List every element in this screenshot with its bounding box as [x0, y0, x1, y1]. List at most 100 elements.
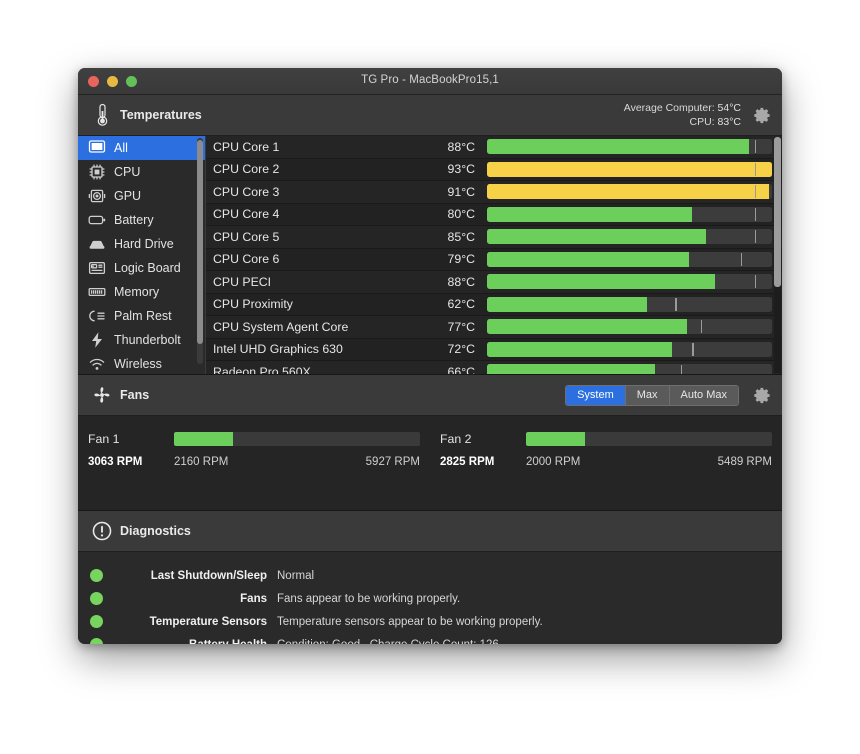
sensor-name: CPU Core 1 — [213, 139, 280, 154]
sensor-bar-tick — [754, 275, 757, 289]
sensor-name: CPU Core 6 — [213, 252, 280, 267]
sensor-value: 85°C — [447, 229, 475, 244]
sensor-row[interactable]: Radeon Pro 560X 66°C — [206, 361, 782, 374]
thermometer-icon — [88, 103, 116, 127]
sensor-bar-track — [487, 274, 772, 290]
fan-mode-auto-max[interactable]: Auto Max — [669, 385, 738, 405]
logic-board-icon — [86, 260, 108, 276]
diagnostic-label: Last Shutdown/Sleep — [150, 569, 267, 582]
sensor-row[interactable]: CPU Proximity 62°C — [206, 293, 782, 316]
exclamation-circle-icon — [88, 520, 116, 542]
status-indicator-dot — [90, 638, 103, 644]
sensor-list-scrollbar-thumb[interactable] — [774, 137, 781, 287]
sensor-row[interactable]: CPU Core 2 93°C — [206, 158, 782, 181]
sidebar-item-gpu[interactable]: GPU — [78, 184, 205, 208]
sensor-value: 93°C — [447, 162, 475, 177]
sidebar-item-label: Palm Rest — [114, 309, 172, 323]
sidebar-scrollbar-thumb[interactable] — [197, 140, 203, 344]
fans-header: Fans System Max Auto Max — [78, 375, 782, 416]
fan-mode-segmented-control[interactable]: System Max Auto Max — [565, 384, 739, 406]
sensor-bar-track — [487, 251, 772, 267]
sensor-row[interactable]: CPU Core 6 79°C — [206, 248, 782, 271]
sidebar-item-cpu[interactable]: CPU — [78, 160, 205, 184]
sensor-value: 79°C — [447, 252, 475, 267]
temperatures-settings-gear-icon[interactable] — [751, 104, 773, 126]
fan-min-rpm: 2000 RPM — [526, 456, 581, 468]
temperatures-sidebar[interactable]: All CPU GPU Battery Hard Drive Logic Board Mem… — [78, 136, 205, 374]
sidebar-scrollbar[interactable] — [197, 138, 203, 364]
diagnostic-label: Fans — [240, 592, 267, 605]
sidebar-item-memory[interactable]: Memory — [78, 280, 205, 304]
fan-speed-fill — [174, 432, 234, 446]
sidebar-item-wireless[interactable]: Wireless — [78, 352, 205, 374]
fan-max-rpm: 5927 RPM — [365, 456, 420, 468]
fan-speed-track[interactable] — [174, 432, 420, 446]
sensor-value: 62°C — [447, 297, 475, 312]
sensor-bar-track — [487, 161, 772, 177]
sensor-bar-tick — [700, 320, 703, 334]
fan-item: Fan 1 3063 RPM 2160 RPM 5927 RPM — [78, 430, 430, 510]
fan-max-rpm: 5489 RPM — [717, 456, 772, 468]
cpu-average-label: CPU: — [689, 116, 715, 128]
diagnostic-text: Temperature sensors appear to be working… — [277, 615, 543, 628]
fans-settings-gear-icon[interactable] — [751, 384, 773, 406]
temperatures-header: Temperatures Average Computer: 54°C CPU:… — [78, 95, 782, 136]
sidebar-item-palm-rest[interactable]: Palm Rest — [78, 304, 205, 328]
battery-icon — [86, 212, 108, 228]
sidebar-item-battery[interactable]: Battery — [78, 208, 205, 232]
sensor-bar-tick — [740, 252, 743, 266]
fans-body: Fan 1 3063 RPM 2160 RPM 5927 RPM Fan 2 2825 R… — [78, 416, 782, 510]
sensor-bar-tick — [692, 342, 694, 356]
sidebar-item-label: Hard Drive — [114, 237, 174, 251]
sensor-bar-track — [487, 364, 772, 374]
average-readout: Average Computer: 54°C CPU: 83°C — [624, 101, 741, 129]
sensor-bar-track — [487, 296, 772, 312]
sidebar-item-hard-drive[interactable]: Hard Drive — [78, 232, 205, 256]
sensor-bar-track — [487, 206, 772, 222]
average-computer-line: Average Computer: 54°C — [624, 101, 741, 115]
sensor-bar-tick — [675, 297, 677, 311]
fan-mode-max[interactable]: Max — [625, 385, 670, 405]
hard-drive-icon — [86, 236, 108, 252]
sensor-row[interactable]: CPU PECI 88°C — [206, 271, 782, 294]
sensor-row[interactable]: CPU Core 4 80°C — [206, 203, 782, 226]
diagnostics-header: Diagnostics — [78, 511, 782, 552]
sidebar-item-logic-board[interactable]: Logic Board — [78, 256, 205, 280]
fan-range: 2160 RPM 5927 RPM — [174, 456, 420, 468]
sensor-list-scrollbar[interactable] — [774, 137, 781, 373]
sensor-bar-fill — [487, 161, 772, 177]
fan-mode-system[interactable]: System — [566, 385, 626, 405]
sensor-name: CPU Core 2 — [213, 162, 280, 177]
sensor-row[interactable]: CPU Core 1 88°C — [206, 136, 782, 159]
sidebar-item-thunderbolt[interactable]: Thunderbolt — [78, 328, 205, 352]
sensor-bar-fill — [487, 341, 673, 357]
sidebar-item-all[interactable]: All — [78, 136, 205, 160]
sensor-bar-tick — [754, 207, 757, 221]
sensor-bar-fill — [487, 184, 770, 200]
sensor-row[interactable]: CPU Core 3 91°C — [206, 181, 782, 204]
diagnostic-row: Last Shutdown/Sleep Normal — [78, 564, 782, 587]
sensor-bar-tick — [754, 162, 757, 176]
cpu-chip-icon — [86, 164, 108, 180]
fan-current-rpm: 3063 RPM — [88, 456, 143, 468]
sensor-value: 91°C — [447, 184, 475, 199]
fan-speed-track[interactable] — [526, 432, 772, 446]
diagnostic-text: Normal — [277, 569, 315, 582]
sensor-row[interactable]: CPU Core 5 85°C — [206, 226, 782, 249]
sensor-bar-fill — [487, 319, 687, 335]
sensor-bar-fill — [487, 206, 693, 222]
sensor-bar-fill — [487, 364, 656, 374]
fan-bottom-row: 2825 RPM 2000 RPM 5489 RPM — [440, 453, 772, 471]
sensor-bar-fill — [487, 274, 715, 290]
status-indicator-dot — [90, 615, 103, 628]
sensor-row[interactable]: Intel UHD Graphics 630 72°C — [206, 338, 782, 361]
sensor-list[interactable]: CPU Core 1 88°C CPU Core 2 93°C CPU Core 3 91… — [205, 136, 782, 374]
sensor-name: CPU System Agent Core — [213, 319, 349, 334]
fan-top-row: Fan 1 — [88, 430, 420, 448]
sensor-bar-track — [487, 341, 772, 357]
sensor-row[interactable]: CPU System Agent Core 77°C — [206, 316, 782, 339]
fan-top-row: Fan 2 — [440, 430, 772, 448]
sensor-rows: CPU Core 1 88°C CPU Core 2 93°C CPU Core 3 91… — [206, 136, 782, 374]
temperatures-header-right: Average Computer: 54°C CPU: 83°C — [624, 101, 782, 129]
temperatures-title: Temperatures — [120, 108, 202, 122]
